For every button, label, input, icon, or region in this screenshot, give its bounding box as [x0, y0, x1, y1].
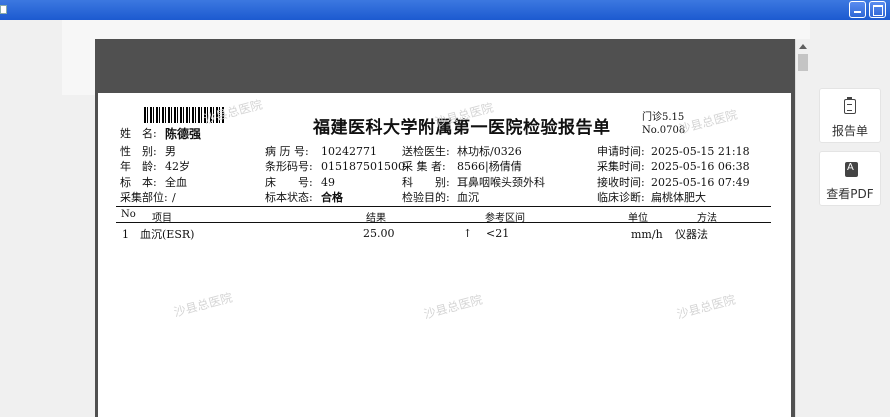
diagnosis-label: 临床诊断:: [597, 191, 645, 204]
view-pdf-button-label: 查看PDF: [826, 187, 874, 201]
bed-label: 床 号:: [265, 176, 313, 189]
bed-value: 49: [321, 176, 335, 189]
minimize-button[interactable]: [849, 1, 866, 18]
report-button[interactable]: 报告单: [819, 88, 881, 143]
collect-time-value: 2025-05-16 06:38: [651, 160, 750, 173]
watermark: 沙县总医院: [677, 107, 739, 137]
collector-label: 采 集 者:: [402, 160, 446, 173]
collect-time-label: 采集时间:: [597, 160, 645, 173]
view-pdf-button[interactable]: 查看PDF: [819, 151, 881, 206]
viewer-scrollbar[interactable]: [795, 39, 810, 417]
watermark: 沙县总医院: [675, 292, 737, 322]
receive-time-value: 2025-05-16 07:49: [651, 176, 750, 189]
row-range: <21: [486, 227, 510, 240]
row-method: 仪器法: [675, 228, 708, 241]
gender-label: 性 别:: [120, 145, 157, 158]
report-button-label: 报告单: [831, 124, 868, 138]
table-header-rule: [116, 222, 771, 223]
diagnosis-value: 扁桃体肥大: [651, 191, 706, 204]
name-label: 姓 名:: [120, 127, 157, 140]
purpose-value: 血沉: [457, 191, 479, 204]
report-page: 福建医科大学附属第一医院检验报告单 门诊5.15 No.0708 姓 名: 陈德…: [98, 93, 791, 417]
window-titlebar: [0, 0, 890, 20]
age-label: 年 龄:: [120, 160, 157, 173]
case-no-value: 10242771: [321, 145, 377, 158]
status-label: 标本状态:: [265, 191, 313, 204]
dept-label: 科 别:: [402, 176, 450, 189]
scroll-thumb[interactable]: [798, 54, 808, 71]
pdf-icon: [845, 162, 858, 177]
sender-label: 送检医生:: [402, 145, 450, 158]
patient-age: 42岁: [165, 160, 190, 173]
patient-gender: 男: [165, 145, 176, 158]
watermark: 沙县总医院: [202, 97, 264, 127]
barcode-value: 015187501500: [321, 160, 405, 173]
site-value: /: [172, 191, 176, 204]
col-no: No: [121, 209, 136, 220]
patient-name: 陈德强: [165, 127, 202, 141]
clipboard-icon: [844, 97, 856, 114]
watermark: 沙县总医院: [172, 290, 234, 320]
maximize-button[interactable]: [869, 1, 886, 18]
case-no-label: 病 历 号:: [265, 145, 309, 158]
barcode-label: 条形码号:: [265, 160, 313, 173]
scroll-up-arrow-icon[interactable]: [799, 44, 807, 49]
receive-time-label: 接收时间:: [597, 176, 645, 189]
specimen-value: 全血: [165, 176, 187, 189]
status-value: 合格: [321, 191, 343, 204]
purpose-label: 检验目的:: [402, 191, 450, 204]
specimen-label: 标 本:: [120, 176, 157, 189]
row-flag: ↑: [463, 227, 473, 240]
row-no: 1: [122, 228, 129, 241]
app-icon: [0, 5, 7, 14]
dept-value: 耳鼻咽喉头颈外科: [457, 176, 545, 189]
row-item: 血沉(ESR): [140, 228, 195, 241]
apply-time-label: 申请时间:: [597, 145, 645, 158]
collector-value: 8566|杨倩倩: [457, 160, 522, 173]
table-top-rule: [116, 206, 771, 207]
watermark: 沙县总医院: [422, 292, 484, 322]
apply-time-value: 2025-05-15 21:18: [651, 145, 750, 158]
sender-value: 林功标/0326: [457, 145, 522, 158]
row-unit: mm/h: [631, 228, 663, 241]
site-label: 采集部位:: [120, 191, 168, 204]
row-result: 25.00: [363, 227, 395, 240]
